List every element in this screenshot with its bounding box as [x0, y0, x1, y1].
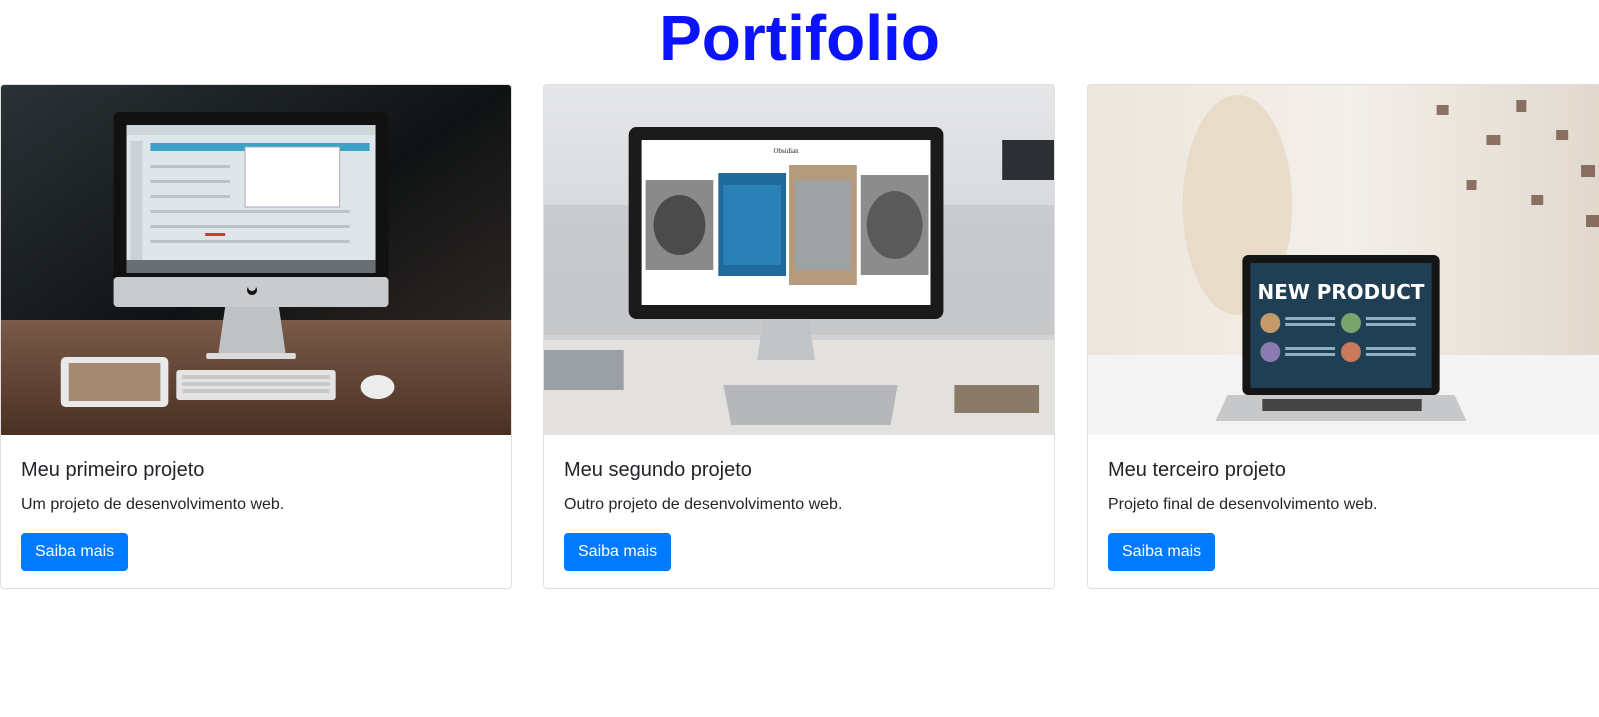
card-description: Projeto final de desenvolvimento web.	[1108, 496, 1378, 513]
project-image-laptop-new-product: NEW PRODUCT	[1088, 85, 1599, 435]
project-image-imac-portfolio: Obsidian	[544, 85, 1054, 435]
card-description: Outro projeto de desenvolvimento web.	[564, 496, 843, 513]
learn-more-button[interactable]: Saiba mais	[21, 533, 129, 571]
project-card: NEW PRODUCT Meu terceiro projeto Projeto…	[1087, 84, 1599, 589]
card-title: Meu terceiro projeto	[1108, 459, 1286, 481]
project-card: Meu primeiro projeto Um projeto de desen…	[0, 84, 512, 589]
learn-more-button[interactable]: Saiba mais	[1108, 533, 1216, 571]
new-product-text: NEW PRODUCT	[1258, 280, 1425, 304]
card-title: Meu segundo projeto	[564, 459, 752, 481]
card-title: Meu primeiro projeto	[21, 459, 205, 481]
site-name-text: Obsidian	[773, 147, 799, 155]
card-description: Um projeto de desenvolvimento web.	[21, 496, 285, 513]
project-card: Obsidian Meu segundo projeto Outro proje…	[543, 84, 1055, 589]
learn-more-button[interactable]: Saiba mais	[564, 533, 672, 571]
page-title: Portifolio	[659, 2, 940, 74]
project-image-imac-desk	[1, 85, 511, 435]
